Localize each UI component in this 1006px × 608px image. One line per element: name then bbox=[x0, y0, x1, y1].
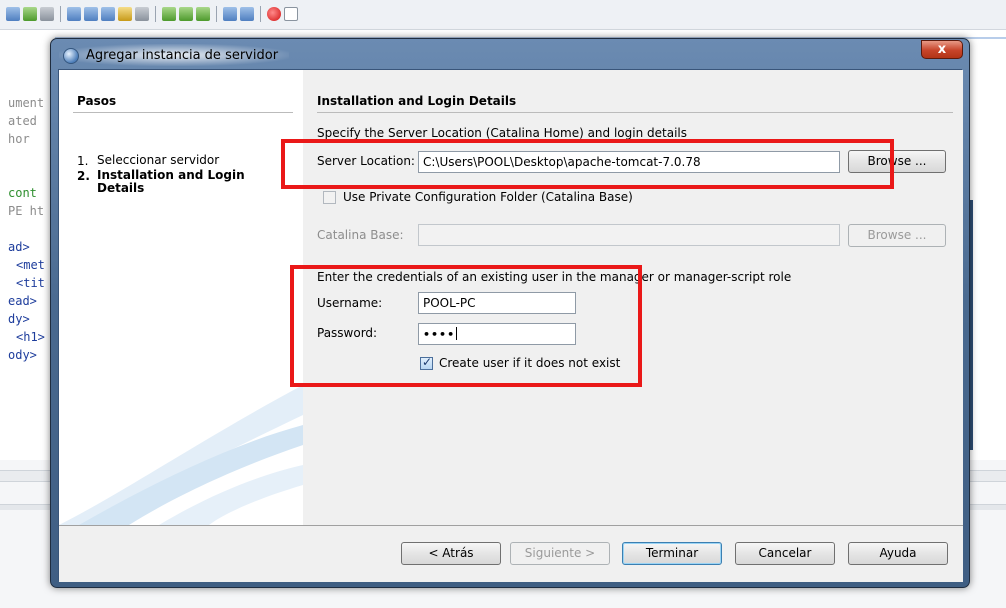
comment-icon[interactable] bbox=[223, 7, 237, 21]
code-line: ated bbox=[8, 114, 37, 128]
up-icon[interactable] bbox=[162, 7, 176, 21]
private-config-label: Use Private Configuration Folder (Catali… bbox=[343, 190, 633, 204]
toggle-icon[interactable] bbox=[135, 7, 149, 21]
code-line: <tit bbox=[16, 276, 45, 290]
bookmark-icon[interactable] bbox=[118, 7, 132, 21]
back-label: < Atrás bbox=[428, 546, 474, 560]
code-line: hor bbox=[8, 132, 30, 146]
section-description: Specify the Server Location (Catalina Ho… bbox=[317, 126, 687, 140]
code-line: cont bbox=[8, 186, 37, 200]
step-label: Installation and Login Details bbox=[97, 168, 245, 195]
code-line: ead> bbox=[8, 294, 37, 308]
open-project-icon[interactable] bbox=[23, 7, 37, 21]
step-number: 1. bbox=[77, 154, 89, 168]
catalina-base-input[interactable] bbox=[418, 224, 840, 246]
uncomment-icon[interactable] bbox=[240, 7, 254, 21]
close-icon: x bbox=[937, 42, 947, 57]
stop-icon[interactable] bbox=[284, 7, 298, 21]
toolbar-icons bbox=[6, 6, 298, 22]
code-line: <met bbox=[16, 258, 45, 272]
next-button[interactable]: Siguiente > bbox=[510, 542, 610, 565]
back-button[interactable]: < Atrás bbox=[401, 542, 501, 565]
finish-button[interactable]: Terminar bbox=[622, 542, 722, 565]
dialog-title: Agregar instancia de servidor bbox=[86, 48, 279, 63]
section-title: Installation and Login Details bbox=[317, 94, 517, 108]
code-line: PE ht bbox=[8, 204, 45, 218]
dropdown-icon[interactable] bbox=[40, 7, 54, 21]
cancel-label: Cancelar bbox=[758, 546, 812, 560]
annotation-credentials bbox=[290, 265, 642, 387]
steps-panel: Pasos 1. Seleccionar servidor 2. Install… bbox=[59, 70, 303, 525]
dialog-titlebar[interactable]: Agregar instancia de servidor x bbox=[51, 39, 969, 69]
steps-divider bbox=[73, 112, 293, 113]
browse-label: Browse ... bbox=[867, 228, 927, 242]
toolbar-separator bbox=[155, 6, 156, 22]
code-line: dy> bbox=[8, 312, 30, 326]
back-nav-icon[interactable] bbox=[84, 7, 98, 21]
private-config-checkbox[interactable] bbox=[323, 191, 336, 204]
code-line: ody> bbox=[8, 348, 37, 362]
steps-title: Pasos bbox=[77, 94, 117, 108]
record-icon[interactable] bbox=[267, 7, 281, 21]
shift-icon[interactable] bbox=[179, 7, 193, 21]
close-button[interactable]: x bbox=[921, 40, 963, 59]
help-button[interactable]: Ayuda bbox=[848, 542, 948, 565]
finish-label: Terminar bbox=[645, 546, 699, 560]
new-project-icon[interactable] bbox=[6, 7, 20, 21]
code-line: ad> bbox=[8, 240, 30, 254]
find-icon[interactable] bbox=[67, 7, 81, 21]
cancel-button[interactable]: Cancelar bbox=[735, 542, 835, 565]
code-line: <h1> bbox=[16, 330, 45, 344]
step-number: 2. bbox=[77, 169, 90, 183]
catalina-base-label: Catalina Base: bbox=[317, 228, 404, 242]
netbeans-cube-icon bbox=[63, 48, 79, 64]
forward-nav-icon[interactable] bbox=[101, 7, 115, 21]
annotation-server-location bbox=[281, 139, 894, 189]
next-label: Siguiente > bbox=[524, 546, 596, 560]
dialog-footer: < Atrás Siguiente > Terminar Cancelar Ay… bbox=[59, 525, 963, 582]
wizard-swoosh-graphic bbox=[59, 385, 303, 525]
help-label: Ayuda bbox=[879, 546, 917, 560]
toolbar-separator bbox=[60, 6, 61, 22]
toolbar-separator bbox=[216, 6, 217, 22]
shift-alt-icon[interactable] bbox=[196, 7, 210, 21]
code-line: ument bbox=[8, 96, 45, 110]
browse-catalina-base-button[interactable]: Browse ... bbox=[848, 224, 946, 247]
step-label: Seleccionar servidor bbox=[97, 153, 220, 167]
section-divider bbox=[317, 112, 953, 113]
ide-toolbar bbox=[0, 0, 1006, 39]
toolbar-separator bbox=[260, 6, 261, 22]
